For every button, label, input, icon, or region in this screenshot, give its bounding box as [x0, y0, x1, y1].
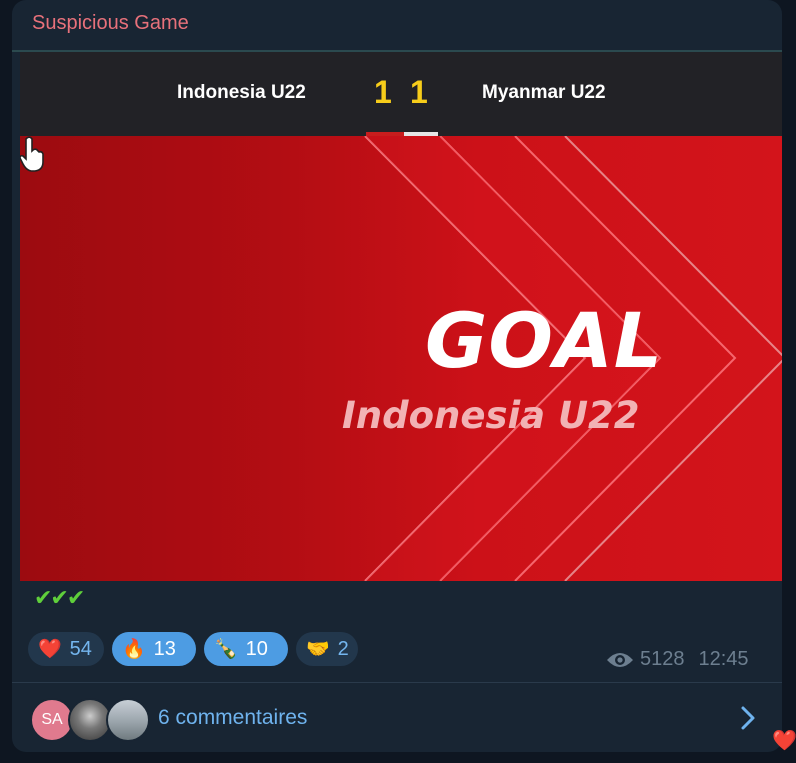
comments-divider [12, 682, 782, 683]
eye-icon [607, 652, 633, 667]
app-frame: Suspicious Game Indonesia U22 1 1 Myanma… [0, 0, 796, 763]
scoreboard: Indonesia U22 1 1 Myanmar U22 [20, 52, 782, 136]
reactions-bar: ❤️ 54 🔥 13 🍾 10 🤝 2 [28, 632, 358, 668]
avatar [106, 698, 150, 742]
fire-icon: 🔥 [122, 639, 146, 660]
champagne-icon: 🍾 [214, 639, 238, 660]
goal-banner-image[interactable]: GOAL Indonesia U22 [20, 136, 782, 581]
reaction-handshake[interactable]: 🤝 2 [296, 632, 358, 666]
commenter-avatars: SA [30, 698, 150, 742]
chevron-stripes-graphic [364, 136, 782, 581]
goal-headline: GOAL [425, 296, 664, 385]
chevron-right-icon[interactable] [738, 704, 758, 732]
hand-cursor-icon [20, 136, 44, 172]
message-text: ✔✔✔ [34, 586, 85, 611]
comments-link[interactable]: 6 commentaires [158, 706, 307, 730]
post-time: 12:45 [698, 648, 749, 670]
reaction-fire[interactable]: 🔥 13 [112, 632, 196, 666]
reaction-count: 2 [337, 637, 349, 660]
home-score: 1 [374, 74, 392, 110]
home-team-name: Indonesia U22 [177, 82, 306, 103]
goal-team-name: Indonesia U22 [342, 394, 640, 437]
away-team-name: Myanmar U22 [482, 82, 606, 103]
heart-icon: ❤️ [772, 728, 796, 752]
channel-title[interactable]: Suspicious Game [32, 12, 189, 35]
reaction-count: 13 [153, 637, 176, 660]
reaction-champagne[interactable]: 🍾 10 [204, 632, 288, 666]
handshake-icon: 🤝 [306, 639, 330, 660]
view-count: 5128 [640, 648, 685, 670]
away-score: 1 [410, 74, 428, 110]
reaction-count: 54 [69, 637, 92, 660]
channel-post: Suspicious Game Indonesia U22 1 1 Myanma… [12, 0, 782, 752]
heart-icon: ❤️ [38, 639, 62, 660]
reaction-heart[interactable]: ❤️ 54 [28, 632, 104, 666]
post-meta: 5128 12:45 [606, 648, 749, 671]
reaction-count: 10 [245, 637, 268, 660]
